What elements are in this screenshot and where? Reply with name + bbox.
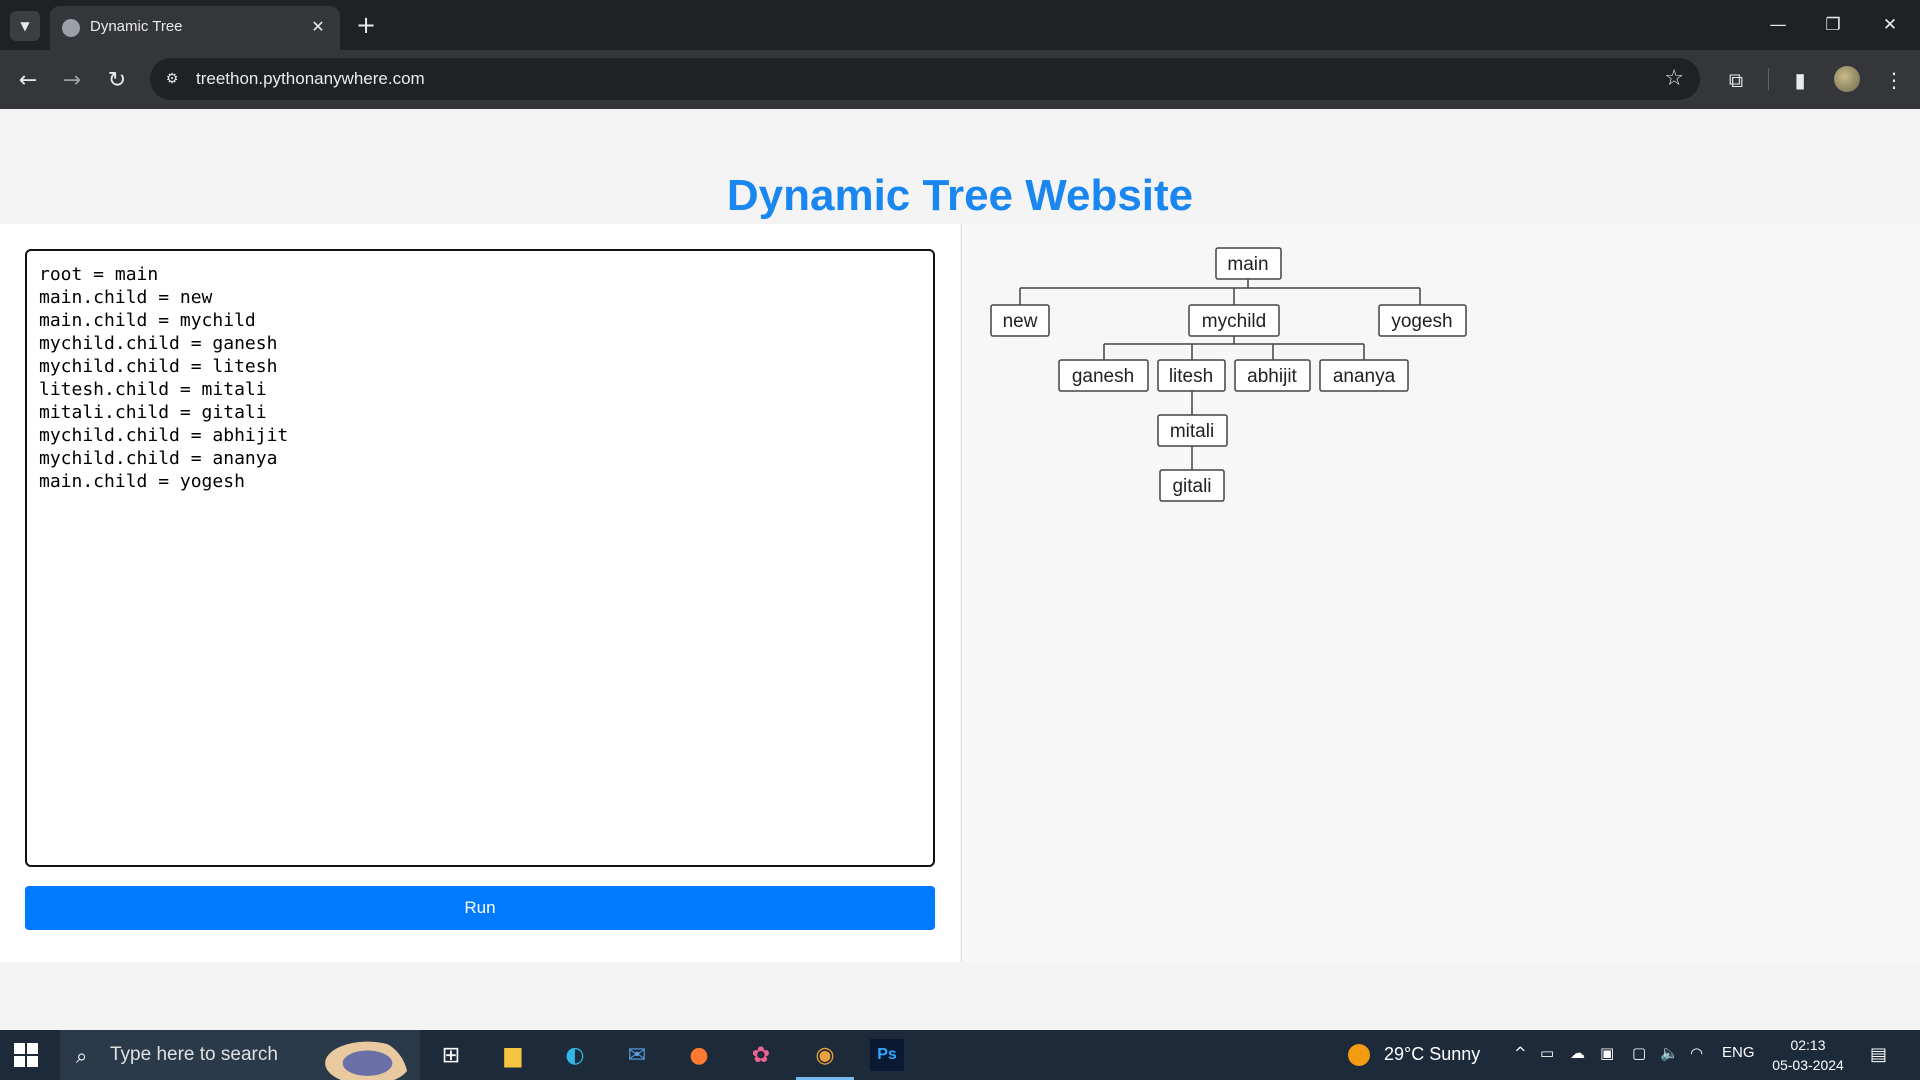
profile-avatar[interactable]: [1834, 66, 1860, 92]
tree-node-mychild: mychild: [1188, 304, 1280, 337]
search-placeholder: Type here to search: [110, 1044, 278, 1065]
active-tab[interactable]: Dynamic Tree ✕: [50, 6, 340, 50]
taskbar-search-box[interactable]: ⌕ Type here to search: [60, 1030, 420, 1080]
reload-icon[interactable]: ↻: [101, 64, 133, 96]
language-indicator[interactable]: ENG: [1722, 1044, 1755, 1061]
system-clock[interactable]: 02:13 05-03-2024: [1764, 1035, 1852, 1075]
tree-node-yogesh: yogesh: [1378, 304, 1467, 337]
onedrive-icon[interactable]: ☁: [1570, 1044, 1585, 1062]
menu-kebab-icon[interactable]: ⋮: [1878, 64, 1910, 96]
edge-browser-icon[interactable]: ◐: [558, 1039, 592, 1071]
windows-start-icon[interactable]: [14, 1043, 38, 1067]
tree-node-new: new: [990, 304, 1050, 337]
tree-node-ananya: ananya: [1319, 359, 1409, 392]
tab-search-dropdown-icon[interactable]: ▼: [10, 11, 40, 41]
browser-tab-bar: ▼ Dynamic Tree ✕ + — ❐ ✕: [0, 0, 1920, 50]
show-hidden-icons-chevron-icon[interactable]: ^: [1514, 1044, 1527, 1062]
node-label-mitali: mitali: [1170, 421, 1214, 442]
page-content: Dynamic Tree Website Run main new: [0, 109, 1920, 1030]
mail-icon[interactable]: ✉: [620, 1039, 654, 1071]
file-explorer-icon[interactable]: ▆: [496, 1039, 530, 1071]
tab-title: Dynamic Tree: [90, 18, 183, 35]
search-highlight-image: [318, 1038, 408, 1080]
chrome-icon[interactable]: ◉: [808, 1039, 842, 1071]
app-cluster-icon[interactable]: ✿: [744, 1039, 778, 1071]
wifi-icon[interactable]: ◠: [1690, 1044, 1703, 1062]
tree-node-mitali: mitali: [1157, 414, 1228, 447]
tree-output-panel: main new mychild yogesh ganesh litesh ab…: [961, 224, 1920, 962]
editor-panel: Run: [0, 224, 960, 962]
side-panel-icon[interactable]: ▮: [1784, 64, 1816, 96]
node-label-main: main: [1227, 254, 1268, 275]
search-icon: ⌕: [76, 1044, 88, 1068]
restore-icon[interactable]: ❐: [1813, 10, 1853, 40]
volume-icon[interactable]: 🔈: [1660, 1044, 1679, 1062]
node-label-ganesh: ganesh: [1072, 366, 1134, 387]
node-label-litesh: litesh: [1169, 366, 1213, 387]
windows-taskbar: ⌕ Type here to search ⊞ ▆ ◐ ✉ ● ✿ ◉ Ps 2…: [0, 1030, 1920, 1080]
site-settings-icon[interactable]: ⚙: [162, 69, 182, 89]
clock-date: 05-03-2024: [1772, 1057, 1844, 1073]
globe-favicon-icon: [62, 19, 80, 37]
weather-text[interactable]: 29°C Sunny: [1384, 1044, 1480, 1065]
node-label-ananya: ananya: [1333, 366, 1396, 387]
weather-sun-icon[interactable]: [1348, 1044, 1370, 1066]
meet-now-icon[interactable]: ▢: [1632, 1044, 1646, 1062]
extensions-icon[interactable]: ⧉: [1720, 64, 1752, 96]
node-label-mychild: mychild: [1202, 311, 1266, 332]
tree-node-abhijit: abhijit: [1234, 359, 1311, 392]
tree-node-ganesh: ganesh: [1058, 359, 1149, 392]
notifications-icon[interactable]: ▤: [1870, 1044, 1887, 1065]
node-label-gitali: gitali: [1172, 476, 1211, 497]
battery-icon[interactable]: ▭: [1540, 1044, 1554, 1062]
tree-code-input[interactable]: [25, 249, 935, 867]
address-bar[interactable]: ⚙ treethon.pythonanywhere.com ☆: [150, 58, 1700, 100]
firefox-icon[interactable]: ●: [682, 1039, 716, 1071]
forward-arrow-icon[interactable]: →: [56, 64, 88, 96]
page-title: Dynamic Tree Website: [726, 171, 1194, 220]
url-text[interactable]: treethon.pythonanywhere.com: [196, 69, 425, 89]
node-label-new: new: [1003, 311, 1038, 332]
security-icon[interactable]: ▣: [1600, 1044, 1614, 1062]
minimize-icon[interactable]: —: [1758, 10, 1798, 40]
node-label-yogesh: yogesh: [1391, 311, 1452, 332]
run-button[interactable]: Run: [25, 886, 935, 930]
toolbar-separator: [1768, 68, 1769, 90]
task-view-icon[interactable]: ⊞: [434, 1039, 468, 1071]
close-tab-icon[interactable]: ✕: [306, 14, 330, 38]
close-window-icon[interactable]: ✕: [1870, 10, 1910, 40]
photoshop-icon[interactable]: Ps: [870, 1039, 904, 1071]
back-arrow-icon[interactable]: ←: [12, 64, 44, 96]
clock-time: 02:13: [1790, 1037, 1826, 1053]
edge-mychild-children: [1103, 335, 1365, 360]
tree-node-main: main: [1215, 247, 1282, 280]
tree-diagram: main new mychild yogesh ganesh litesh ab…: [990, 247, 1467, 502]
tree-node-litesh: litesh: [1157, 359, 1226, 392]
edge-main-children: [1019, 278, 1421, 305]
tree-node-gitali: gitali: [1159, 469, 1225, 502]
browser-toolbar: ← → ↻ ⚙ treethon.pythonanywhere.com ☆ ⧉ …: [0, 50, 1920, 109]
node-label-abhijit: abhijit: [1247, 366, 1297, 387]
new-tab-button[interactable]: +: [352, 11, 380, 39]
bookmark-star-icon[interactable]: ☆: [1664, 66, 1684, 91]
